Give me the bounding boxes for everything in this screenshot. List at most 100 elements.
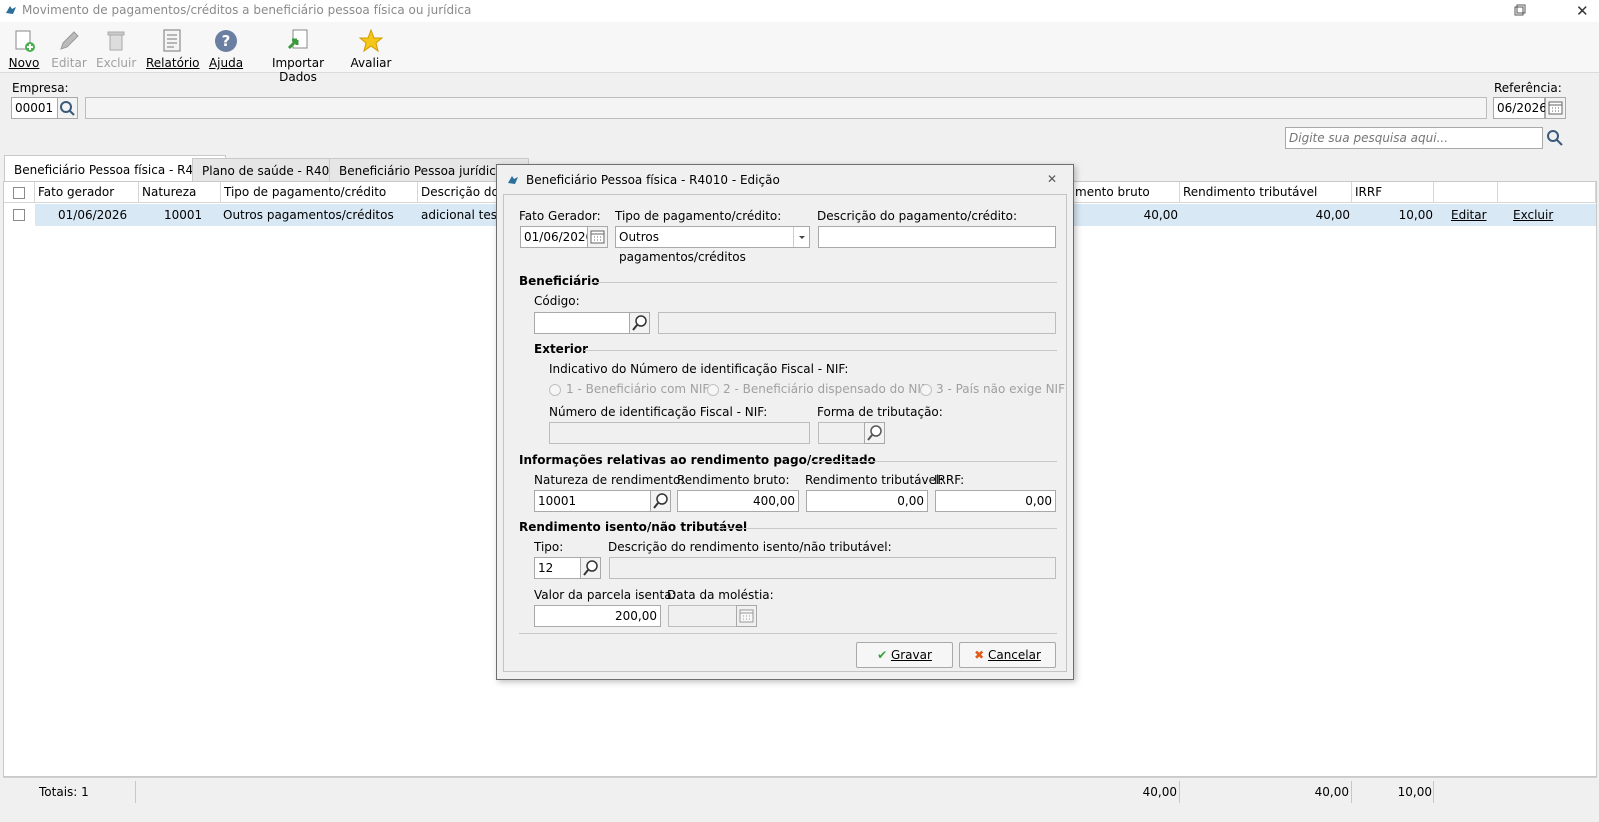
- column-header[interactable]: IRRF: [1352, 182, 1434, 203]
- select-all-checkbox[interactable]: [13, 187, 25, 199]
- toolbar: Novo Editar Excluir Relatório ? Ajuda Im…: [0, 22, 1599, 84]
- exterior-section: Exterior: [534, 342, 589, 356]
- fato-gerador-input[interactable]: 01/06/2026: [520, 226, 593, 248]
- empresa-code-input[interactable]: 00001: [11, 97, 58, 119]
- help-icon: ?: [213, 28, 239, 54]
- tributavel-label: Rendimento tributável:: [805, 473, 944, 487]
- import-icon: [285, 28, 311, 54]
- desc-isento-label: Descrição do rendimento isento/não tribu…: [608, 540, 892, 554]
- total-tributavel: 40,00: [1314, 785, 1349, 799]
- molestia-input[interactable]: [668, 605, 738, 627]
- cell-natureza: 10001: [164, 208, 203, 222]
- dialog-title: Beneficiário Pessoa física - R4010 - Edi…: [526, 173, 780, 187]
- tipo-label: Tipo de pagamento/crédito:: [615, 209, 782, 223]
- report-label: Relatório: [146, 56, 200, 70]
- divider: [584, 350, 1057, 351]
- nif-option-1-label: 1 - Beneficiário com NIF: [566, 382, 710, 396]
- dialog-app-icon: [506, 173, 520, 187]
- info-section: Informações relativas ao rendimento pago…: [519, 453, 876, 467]
- total-bruto: 40,00: [1142, 785, 1177, 799]
- search-input[interactable]: [1285, 127, 1543, 149]
- edit-link[interactable]: Editar: [1451, 204, 1487, 226]
- rate-label: Avaliar: [350, 56, 392, 70]
- header-select-all[interactable]: [4, 182, 35, 203]
- dialog-close-icon[interactable]: ✕: [1047, 172, 1057, 186]
- report-button[interactable]: Relatório: [146, 26, 200, 70]
- search-icon: [1547, 130, 1563, 146]
- forma-input[interactable]: [818, 422, 866, 444]
- search-button[interactable]: [1544, 127, 1566, 149]
- tipo-isento-search-button[interactable]: [580, 557, 601, 579]
- divider: [718, 528, 1057, 529]
- delete-button[interactable]: Excluir: [96, 26, 136, 70]
- nif-indicativo-label: Indicativo do Número de identificação Fi…: [549, 362, 849, 376]
- referencia-calendar-button[interactable]: [1545, 97, 1566, 119]
- column-header[interactable]: Natureza: [139, 182, 221, 203]
- irrf-label: IRRF:: [934, 473, 965, 487]
- edit-button[interactable]: Editar: [50, 26, 88, 70]
- codigo-search-button[interactable]: [629, 312, 650, 334]
- column-header[interactable]: Fato gerador: [35, 182, 139, 203]
- help-button[interactable]: ? Ajuda: [207, 26, 245, 70]
- title-bar: Movimento de pagamentos/créditos a benef…: [0, 0, 1599, 22]
- column-header[interactable]: Rendimento tributável: [1180, 182, 1352, 203]
- new-document-icon: [11, 28, 37, 54]
- report-icon: [159, 28, 185, 54]
- column-header[interactable]: mento bruto: [1072, 182, 1180, 203]
- cancel-button[interactable]: ✖ Cancelar: [959, 642, 1056, 668]
- tipo-isento-input[interactable]: 12: [534, 557, 581, 579]
- calendar-icon: [739, 609, 754, 623]
- nif-input[interactable]: [549, 422, 810, 444]
- chevron-down-icon[interactable]: [793, 227, 810, 247]
- magnifier-icon: [867, 425, 882, 441]
- magnifier-icon: [583, 560, 598, 576]
- descricao-input[interactable]: [818, 226, 1056, 248]
- restore-icon[interactable]: [1514, 4, 1526, 16]
- import-label: Importar Dados: [271, 56, 325, 84]
- natureza-input[interactable]: 10001: [534, 490, 651, 512]
- empresa-search-button[interactable]: [57, 97, 78, 119]
- magnifier-icon: [653, 493, 668, 509]
- rate-button[interactable]: Avaliar: [350, 26, 392, 70]
- tipo-select[interactable]: Outros pagamentos/créditos: [615, 226, 810, 264]
- delete-link[interactable]: Excluir: [1513, 204, 1553, 226]
- nif-option-2-label: 2 - Beneficiário dispensado do NIF: [723, 382, 928, 396]
- edit-dialog: Beneficiário Pessoa física - R4010 - Edi…: [496, 164, 1074, 680]
- calendar-icon: [590, 230, 605, 244]
- natureza-search-button[interactable]: [650, 490, 671, 512]
- molestia-label: Data da moléstia:: [667, 588, 774, 602]
- nif-option-1-radio[interactable]: [549, 384, 561, 396]
- nif-option-3-radio[interactable]: [920, 384, 932, 396]
- row-checkbox[interactable]: [13, 209, 25, 221]
- codigo-input[interactable]: [534, 312, 630, 334]
- forma-search-button[interactable]: [864, 422, 885, 444]
- beneficiario-section: Beneficiário: [519, 274, 600, 288]
- import-button[interactable]: Importar Dados: [255, 26, 341, 84]
- close-icon[interactable]: ✕: [1576, 2, 1589, 20]
- totals-bar: Totais: 1 40,00 40,00 10,00: [3, 777, 1597, 806]
- new-button[interactable]: Novo: [6, 26, 42, 70]
- irrf-input[interactable]: 0,00: [935, 490, 1056, 512]
- desc-isento-field: [609, 557, 1056, 579]
- app-icon: [4, 3, 18, 17]
- bruto-input[interactable]: 400,00: [677, 490, 799, 512]
- empresa-label: Empresa:: [12, 81, 69, 95]
- divider: [1351, 781, 1352, 803]
- fato-gerador-calendar-button[interactable]: [587, 226, 608, 248]
- beneficiario-name-field: [658, 312, 1056, 334]
- bruto-label: Rendimento bruto:: [677, 473, 790, 487]
- isento-section: Rendimento isento/não tributável: [519, 520, 748, 534]
- window-title: Movimento de pagamentos/créditos a benef…: [22, 3, 472, 17]
- tributavel-input[interactable]: 0,00: [806, 490, 928, 512]
- molestia-calendar-button[interactable]: [736, 605, 757, 627]
- column-header[interactable]: Descrição do p: [418, 182, 508, 203]
- save-button[interactable]: ✔ Gravar: [856, 642, 953, 668]
- referencia-input[interactable]: 06/2026: [1493, 97, 1547, 119]
- referencia-label: Referência:: [1494, 81, 1562, 95]
- cancel-x-icon: ✖: [974, 648, 985, 662]
- nif-option-2-radio[interactable]: [707, 384, 719, 396]
- column-header[interactable]: Tipo de pagamento/crédito: [221, 182, 418, 203]
- parcela-input[interactable]: 200,00: [534, 605, 661, 627]
- parcela-label: Valor da parcela isenta:: [534, 588, 676, 602]
- cell-rend-bruto: 40,00: [1143, 208, 1178, 222]
